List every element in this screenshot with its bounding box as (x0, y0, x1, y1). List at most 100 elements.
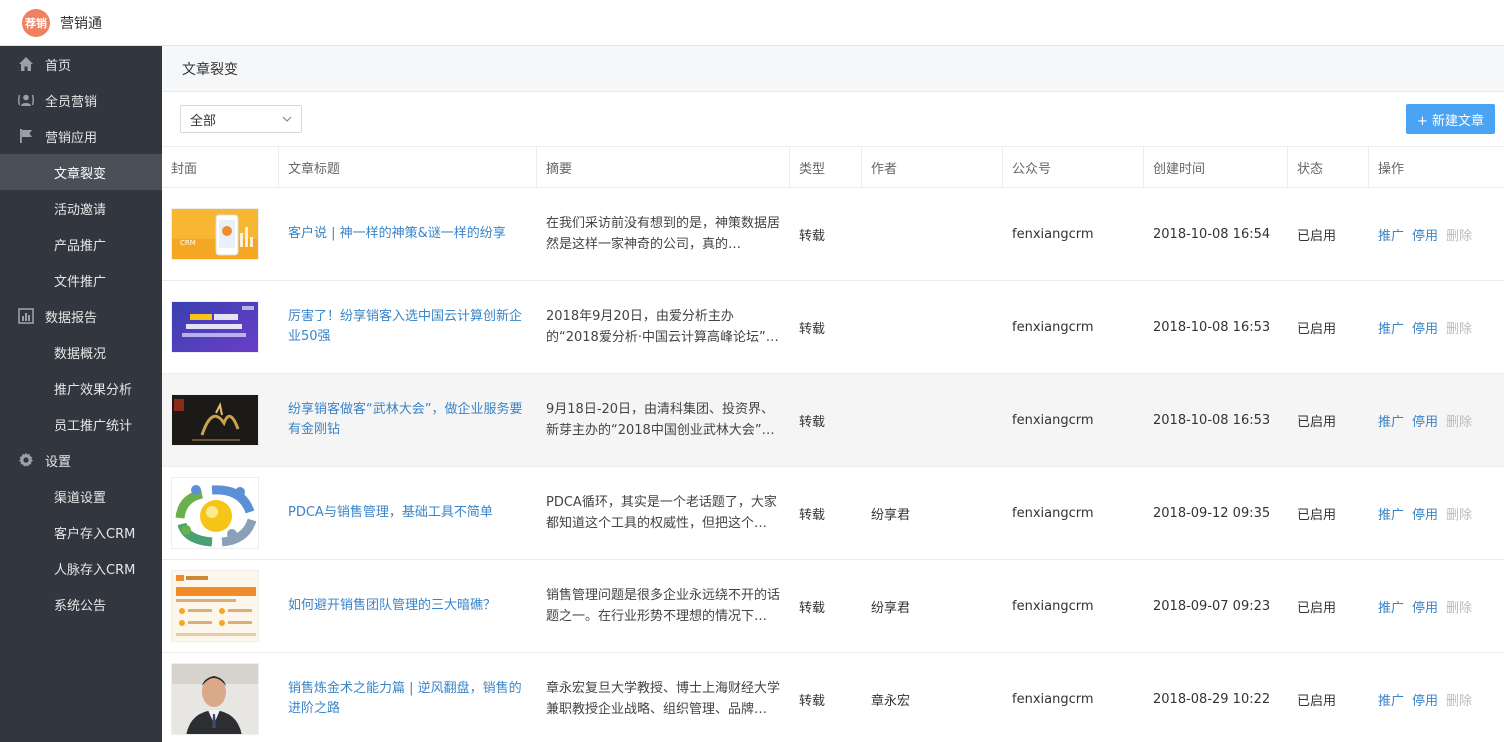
main-content: 文章裂变 全部 + 新建文章 封面 文章标题 摘要 类型 作者 公众号 创建时间… (162, 46, 1504, 742)
delete-link[interactable]: 删除 (1446, 411, 1472, 430)
column-header: 操作 (1378, 161, 1405, 177)
row-actions: 推广 停用 删除 (1369, 560, 1504, 652)
column-header: 状态 (1288, 147, 1369, 187)
table-row: 如何避开销售团队管理的三大暗礁？ 销售管理问题是很多企业永远绕不开的话题之一。在… (162, 560, 1504, 653)
article-created-time: 2018-10-08 16:53 (1153, 319, 1271, 335)
article-author: 纷享君 (871, 507, 911, 523)
sidebar-item-customer-crm[interactable]: 客户存入CRM (0, 514, 162, 550)
article-summary: 9月18日-20日，由清科集团、投资界、新芽主办的“2018中国创业武林大会”于… (546, 402, 775, 438)
sidebar-item-announcements[interactable]: 系统公告 (0, 586, 162, 622)
row-actions: 推广 停用 删除 (1369, 374, 1504, 466)
gear-icon (17, 452, 34, 469)
sidebar-item-promo-analysis[interactable]: 推广效果分析 (0, 370, 162, 406)
filter-value: 全部 (190, 113, 217, 129)
delete-link[interactable]: 删除 (1446, 597, 1472, 616)
app-logo[interactable]: 荐销 (22, 8, 50, 37)
article-type: 转载 (799, 693, 826, 709)
article-author (862, 188, 1003, 280)
sidebar-item-label: 全员营销 (45, 94, 98, 110)
disable-link[interactable]: 停用 (1412, 318, 1438, 337)
sidebar-item-label: 首页 (45, 58, 72, 74)
article-summary: 2018年9月20日，由爱分析主办的“2018爱分析·中国云计算高峰论坛”在北京… (546, 309, 779, 345)
sidebar-item-marketing-apps[interactable]: 营销应用 (0, 118, 162, 154)
sidebar-item-label: 营销应用 (45, 130, 98, 146)
sidebar-item-product-promo[interactable]: 产品推广 (0, 226, 162, 262)
delete-link[interactable]: 删除 (1446, 504, 1472, 523)
article-account: fenxiangcrm (1012, 598, 1094, 614)
article-title-link[interactable]: 客户说 | 神一样的神策&谜一样的纷享 (279, 188, 537, 280)
crm-phone-cover[interactable]: CRM (171, 208, 259, 260)
sidebar-item-staff-stats[interactable]: 员工推广统计 (0, 406, 162, 442)
sidebar-item-settings[interactable]: 设置 (0, 442, 162, 478)
delete-link[interactable]: 删除 (1446, 318, 1472, 337)
promote-link[interactable]: 推广 (1378, 690, 1404, 709)
toolbar: 全部 + 新建文章 (162, 92, 1504, 146)
article-summary: 章永宏复旦大学教授、博士上海财经大学兼职教授企业战略、组织管理、品牌传播专家。 (546, 681, 780, 717)
promote-link[interactable]: 推广 (1378, 411, 1404, 430)
portrait-cover[interactable] (171, 663, 259, 735)
home-icon (17, 56, 34, 73)
sidebar-item-label: 数据报告 (45, 310, 98, 326)
article-account: fenxiangcrm (1012, 319, 1094, 335)
article-account: fenxiangcrm (1012, 505, 1094, 521)
status-badge: 已启用 (1297, 507, 1337, 523)
sidebar-item-event-invite[interactable]: 活动邀请 (0, 190, 162, 226)
column-header: 文章标题 (279, 147, 537, 187)
disable-link[interactable]: 停用 (1412, 225, 1438, 244)
wulin-conference-cover[interactable] (171, 394, 259, 446)
type-filter-select[interactable]: 全部 (180, 105, 302, 133)
page-title: 文章裂变 (162, 46, 1504, 92)
article-author: 章永宏 (871, 693, 911, 709)
app-name: 营销通 (60, 15, 102, 32)
cloud-summit-cover[interactable] (171, 301, 259, 353)
pdca-cycle-cover[interactable] (171, 477, 259, 549)
table-row: 纷享销客做客“武林大会”，做企业服务要有金刚钻 9月18日-20日，由清科集团、… (162, 374, 1504, 467)
sidebar-item-article-fission[interactable]: 文章裂变 (0, 154, 162, 190)
article-type: 转载 (799, 600, 826, 616)
sidebar-item-home[interactable]: 首页 (0, 46, 162, 82)
article-title-link[interactable]: 如何避开销售团队管理的三大暗礁？ (279, 560, 537, 652)
article-title-link[interactable]: PDCA与销售管理，基础工具不简单 (279, 467, 537, 559)
status-badge: 已启用 (1297, 600, 1337, 616)
article-type: 转载 (799, 507, 826, 523)
article-summary: PDCA循环，其实是一个老话题了，大家都知道这个工具的权威性，但把这个循环框架用… (546, 495, 780, 531)
row-actions: 推广 停用 删除 (1369, 467, 1504, 559)
crm-founder-cover[interactable] (171, 570, 259, 642)
sidebar-item-label: 设置 (45, 454, 72, 470)
new-article-button[interactable]: + 新建文章 (1406, 104, 1495, 134)
article-title-link[interactable]: 纷享销客做客“武林大会”，做企业服务要有金刚钻 (279, 374, 537, 466)
column-header: 创建时间 (1144, 147, 1288, 187)
table-row: PDCA与销售管理，基础工具不简单 PDCA循环，其实是一个老话题了，大家都知道… (162, 467, 1504, 560)
column-header: 类型 (790, 147, 862, 187)
disable-link[interactable]: 停用 (1412, 411, 1438, 430)
sidebar: 首页 全员营销 营销应用 文章裂变 活动邀请 产品推广 文件推广 数据报告 数据… (0, 46, 162, 742)
people-icon (17, 92, 34, 109)
sidebar-item-file-promo[interactable]: 文件推广 (0, 262, 162, 298)
delete-link[interactable]: 删除 (1446, 225, 1472, 244)
table-row: 厉害了！纷享销客入选中国云计算创新企业50强 2018年9月20日，由爱分析主办… (162, 281, 1504, 374)
sidebar-item-data-report[interactable]: 数据报告 (0, 298, 162, 334)
article-title-link[interactable]: 销售炼金术之能力篇 | 逆风翻盘，销售的进阶之路 (279, 653, 537, 742)
article-summary: 在我们采访前没有想到的是，神策数据居然是这样一家神奇的公司，真的很“神”。 (546, 216, 780, 252)
promote-link[interactable]: 推广 (1378, 597, 1404, 616)
article-summary: 销售管理问题是很多企业永远绕不开的话题之一。在行业形势不理想的情况下，团队管理更… (546, 588, 780, 624)
column-header: 公众号 (1003, 147, 1144, 187)
delete-link[interactable]: 删除 (1446, 690, 1472, 709)
row-actions: 推广 停用 删除 (1369, 653, 1504, 742)
article-author (862, 374, 1003, 466)
sidebar-item-channel-settings[interactable]: 渠道设置 (0, 478, 162, 514)
article-created-time: 2018-09-12 09:35 (1153, 505, 1271, 521)
disable-link[interactable]: 停用 (1412, 690, 1438, 709)
sidebar-item-data-overview[interactable]: 数据概况 (0, 334, 162, 370)
sidebar-item-all-staff-marketing[interactable]: 全员营销 (0, 82, 162, 118)
article-title-link[interactable]: 厉害了！纷享销客入选中国云计算创新企业50强 (279, 281, 537, 373)
promote-link[interactable]: 推广 (1378, 225, 1404, 244)
sidebar-item-contacts-crm[interactable]: 人脉存入CRM (0, 550, 162, 586)
status-badge: 已启用 (1297, 321, 1337, 337)
disable-link[interactable]: 停用 (1412, 504, 1438, 523)
disable-link[interactable]: 停用 (1412, 597, 1438, 616)
article-type: 转载 (799, 414, 826, 430)
promote-link[interactable]: 推广 (1378, 318, 1404, 337)
column-header: 封面 (162, 147, 279, 187)
promote-link[interactable]: 推广 (1378, 504, 1404, 523)
